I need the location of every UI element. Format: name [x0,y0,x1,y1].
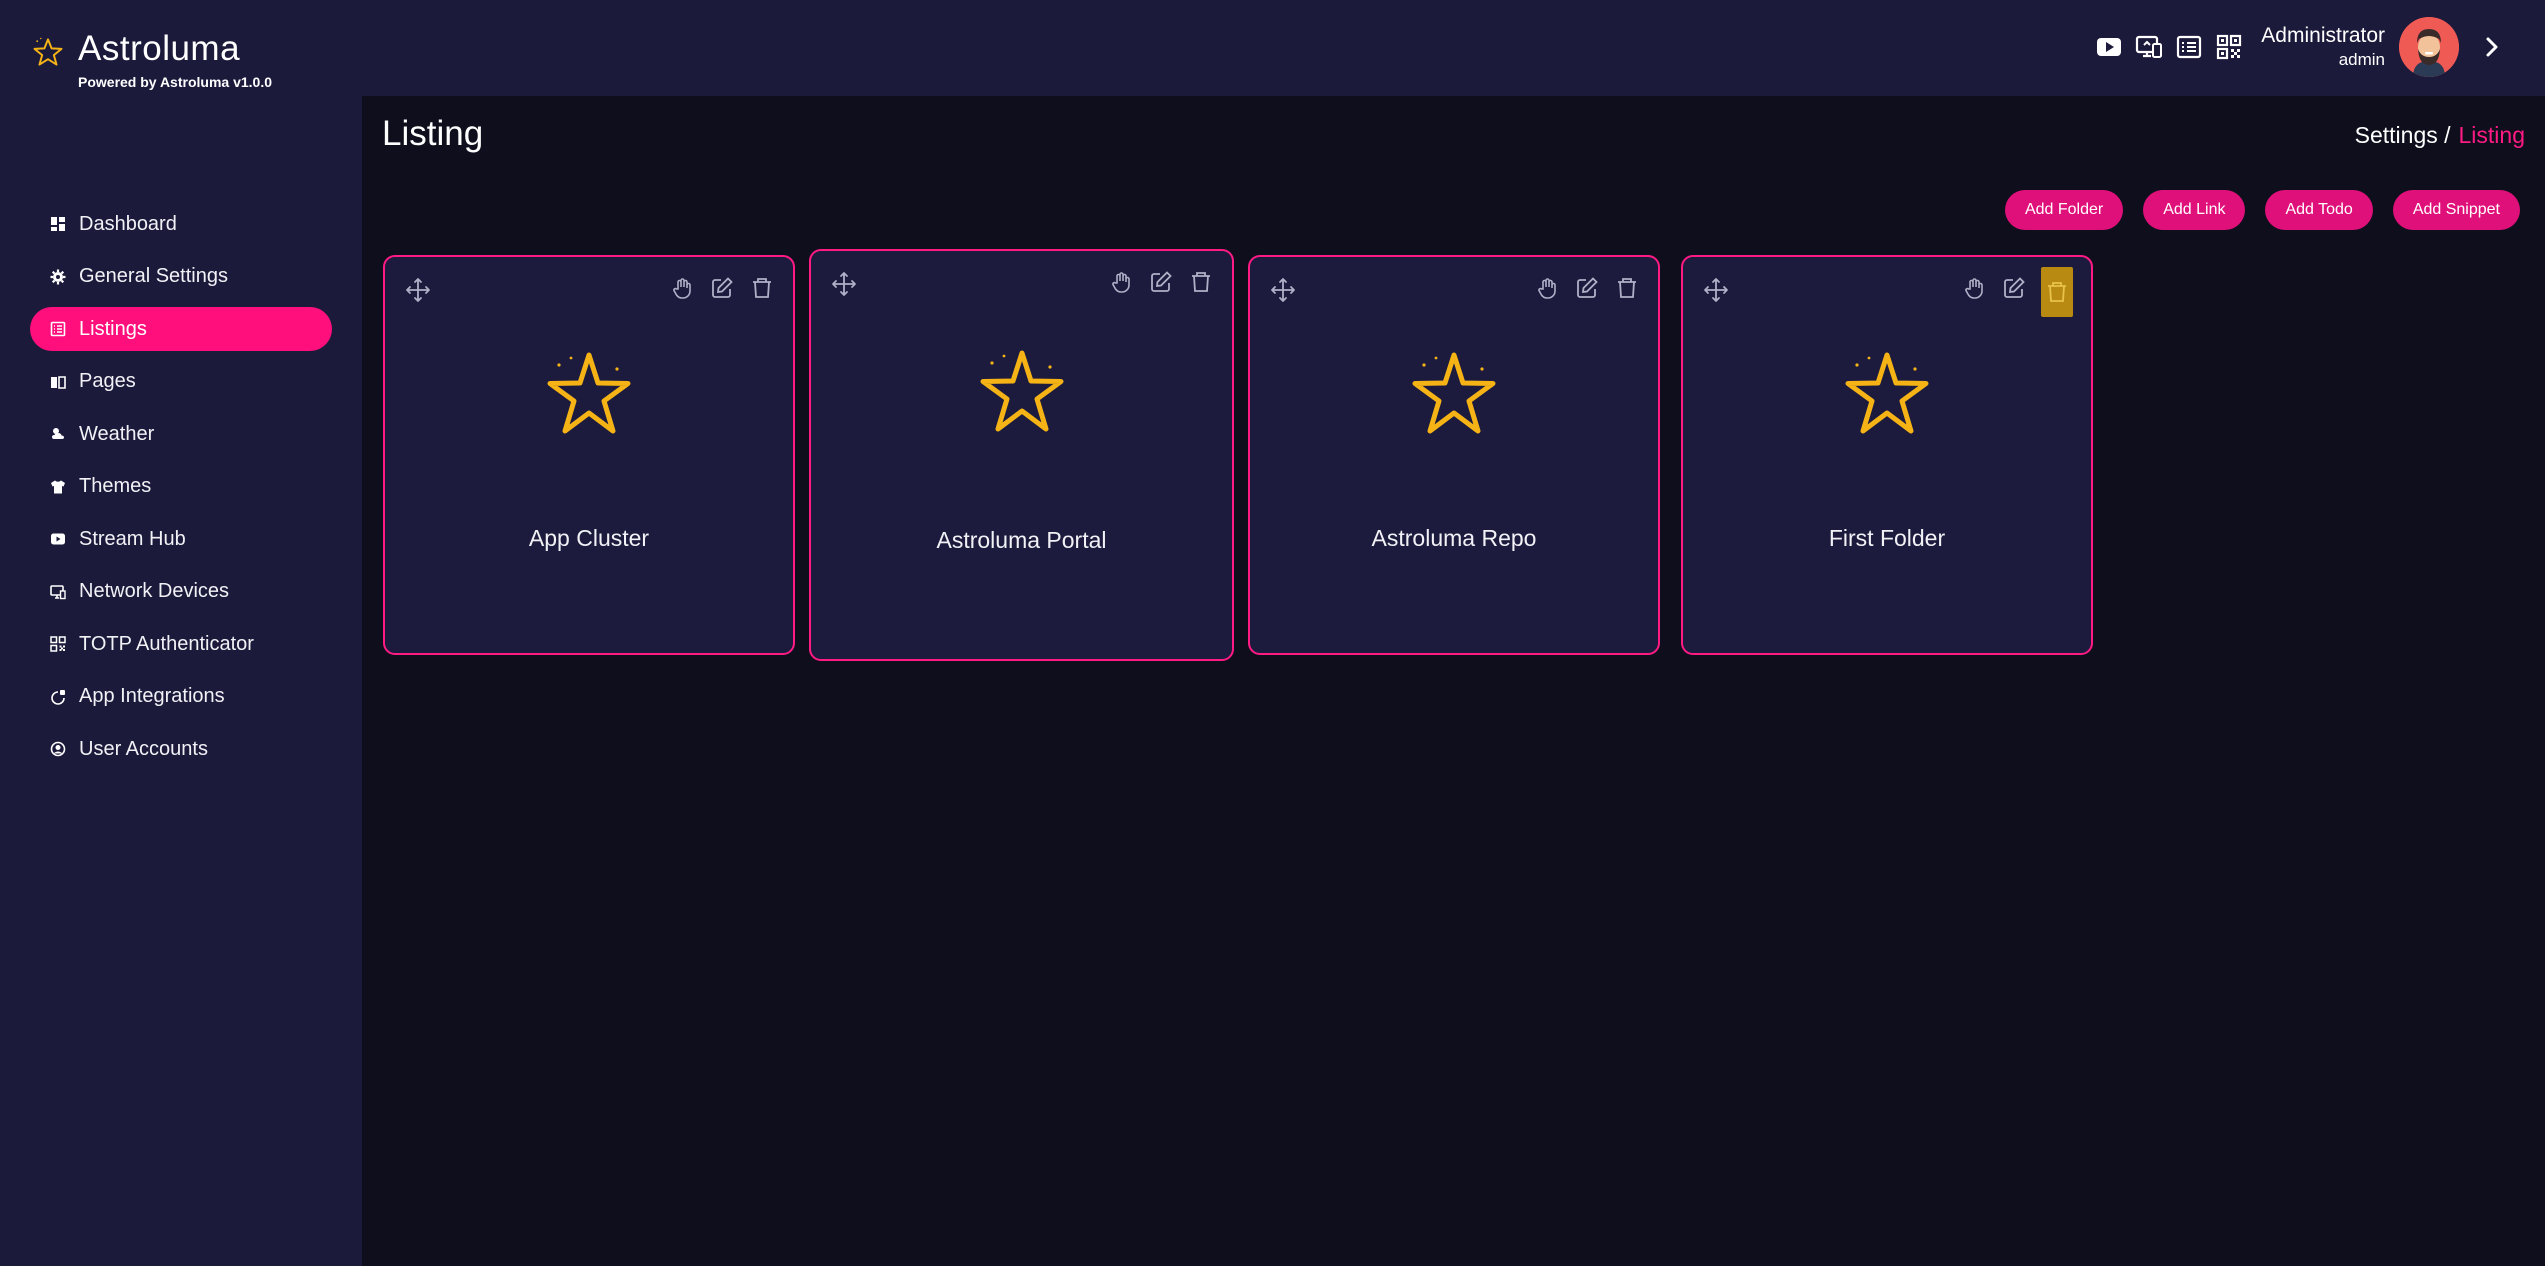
listing-icon[interactable] [2175,33,2203,61]
sidebar-item-label: TOTP Authenticator [79,632,254,655]
drag-handle-icon[interactable] [831,271,857,297]
sidebar-item-label: General Settings [79,265,228,287]
sidebar-nav: Dashboard General Settings Listings Page… [30,202,332,780]
app-logo[interactable]: Astroluma Powered by Astroluma v1.0.0 [30,30,272,90]
sidebar-item-pages[interactable]: Pages [30,360,332,404]
trash-icon[interactable] [1614,275,1640,301]
sidebar-item-label: Dashboard [79,212,177,235]
add-folder-button[interactable]: Add Folder [2004,190,2124,230]
star-logo-icon [33,37,63,66]
star-icon [980,350,1063,432]
avatar[interactable] [2399,17,2459,77]
drag-handle-icon[interactable] [1703,277,1729,303]
edit-icon[interactable] [1148,269,1174,295]
sidebar-item-totp-authenticator[interactable]: TOTP Authenticator [30,622,332,666]
listing-icon [50,321,66,337]
sidebar-item-label: User Accounts [79,737,208,760]
sidebar-item-label: App Integrations [79,685,225,707]
user-icon [50,741,66,757]
listing-card[interactable]: Astroluma Repo [1248,255,1660,655]
edit-icon[interactable] [2001,275,2027,301]
qr-code-icon [50,636,66,652]
pages-icon [51,375,66,389]
sidebar-item-themes[interactable]: Themes [30,465,332,509]
trash-icon[interactable] [1188,269,1214,295]
chevron-right-icon[interactable] [2479,34,2505,60]
sidebar-item-label: Stream Hub [79,527,186,550]
star-icon [547,352,631,434]
sidebar-item-label: Pages [79,370,136,392]
app-name: Astroluma [78,29,241,68]
powered-by-label: Powered by Astroluma v1.0.0 [78,74,272,90]
sidebar-item-general-settings[interactable]: General Settings [30,255,332,299]
sidebar-item-listings[interactable]: Listings [30,307,332,351]
sidebar-item-app-integrations[interactable]: App Integrations [30,675,332,719]
trash-icon[interactable] [749,275,775,301]
hand-icon[interactable] [669,275,695,301]
sidebar: Dashboard General Settings Listings Page… [0,96,362,1266]
shirt-icon [51,480,65,493]
hand-icon[interactable] [1534,275,1560,301]
sidebar-item-label: Listings [79,317,147,340]
gear-icon [50,269,66,284]
sidebar-item-label: Themes [79,475,152,497]
listing-card[interactable]: Astroluma Portal [809,249,1234,661]
user-name: Administrator [2261,24,2385,47]
network-devices-icon [50,584,66,599]
hand-icon[interactable] [1108,269,1134,295]
sidebar-item-user-accounts[interactable]: User Accounts [30,727,332,771]
breadcrumb: Settings / Listing [2355,122,2525,149]
network-devices-icon[interactable] [2135,33,2163,61]
add-link-button[interactable]: Add Link [2143,190,2246,230]
user-role: admin [2338,50,2385,69]
drag-handle-icon[interactable] [405,277,431,303]
card-title: Astroluma Portal [936,527,1107,553]
star-icon [1412,352,1496,434]
user-info[interactable]: Administrator admin [2261,24,2385,70]
avatar-illustration [2399,17,2459,77]
top-bar: Astroluma Powered by Astroluma v1.0.0 Ad… [0,0,2545,96]
card-title: App Cluster [528,525,650,551]
card-title: Astroluma Repo [1371,525,1537,551]
drag-handle-icon[interactable] [1270,277,1296,303]
weather-icon [52,428,64,439]
edit-icon[interactable] [709,275,735,301]
sidebar-item-label: Weather [79,422,155,445]
dashboard-icon [51,217,65,231]
sidebar-item-weather[interactable]: Weather [30,412,332,456]
trash-icon[interactable] [2041,267,2073,317]
integration-icon [51,689,65,705]
sidebar-item-network-devices[interactable]: Network Devices [30,570,332,614]
add-snippet-button[interactable]: Add Snippet [2392,190,2520,230]
breadcrumb-current: Listing [2458,122,2525,148]
youtube-icon[interactable] [2095,33,2123,61]
listing-card[interactable]: First Folder [1681,255,2093,655]
sidebar-item-label: Network Devices [79,580,230,602]
add-todo-button[interactable]: Add Todo [2265,190,2373,230]
star-icon [1845,352,1929,434]
page-title: Listing [382,114,484,153]
edit-icon[interactable] [1574,275,1600,301]
listing-card[interactable]: App Cluster [383,255,795,655]
card-title: First Folder [1828,525,1946,551]
sidebar-item-stream-hub[interactable]: Stream Hub [30,517,332,561]
play-icon [51,533,65,545]
action-bar: Add Folder Add Link Add Todo Add Snippet [2004,190,2520,230]
breadcrumb-parent[interactable]: Settings / [2355,122,2451,148]
sidebar-item-dashboard[interactable]: Dashboard [30,202,332,246]
hand-icon[interactable] [1961,275,1987,301]
qr-code-icon[interactable] [2215,33,2243,61]
